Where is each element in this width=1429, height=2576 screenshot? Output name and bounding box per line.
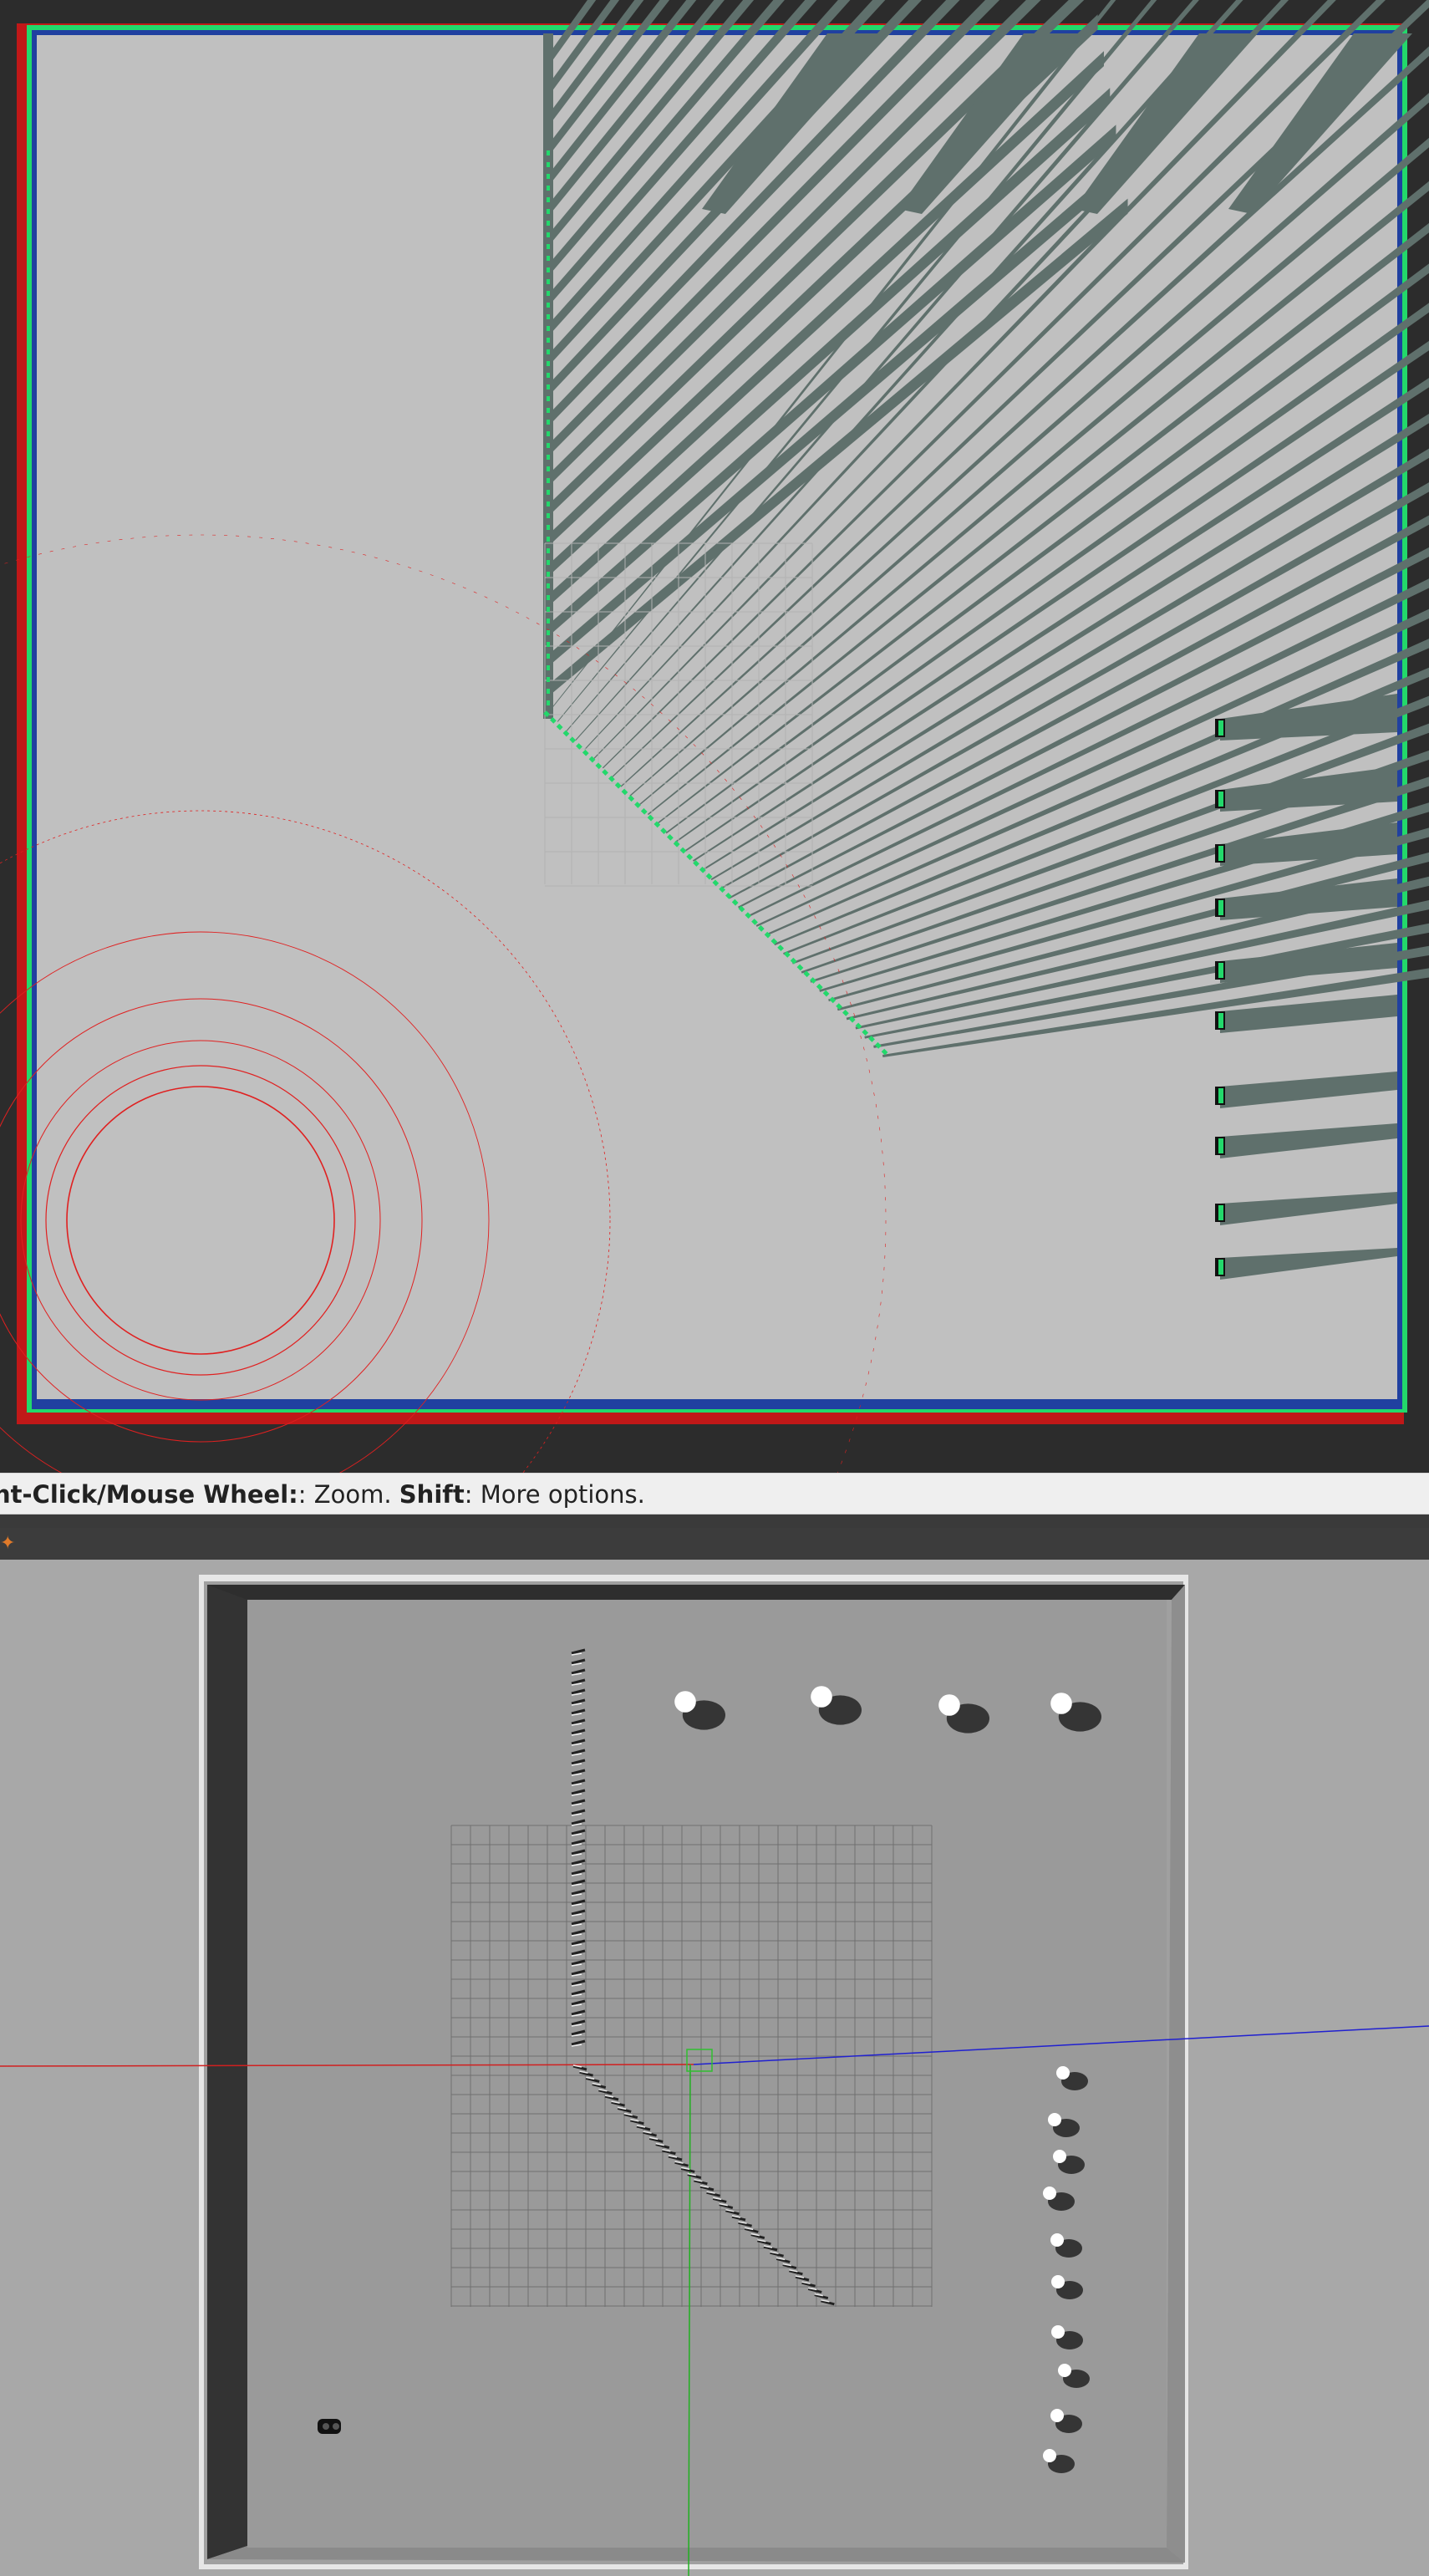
cylinder (1051, 2325, 1065, 2339)
pillar-mark-edge (1218, 1138, 1223, 1153)
occupancy-map[interactable] (0, 0, 1429, 1473)
pillar-mark-edge (1218, 1260, 1223, 1275)
arena-wall-top-face (207, 1585, 1185, 1600)
gazebo-scene[interactable] (0, 1560, 1429, 2576)
pillar-mark-edge (1218, 846, 1223, 861)
status-hint-mouse: ht-Click/Mouse Wheel: (0, 1480, 298, 1509)
pillar-mark-edge (1218, 1088, 1223, 1103)
pillar-mark-edge (1218, 900, 1223, 915)
cylinder (811, 1686, 832, 1708)
cylinder (938, 1694, 960, 1716)
status-bar: ht-Click/Mouse Wheel:: Zoom. Shift: More… (0, 1473, 1429, 1515)
cylinder (1050, 2233, 1064, 2247)
rviz-map-view[interactable] (0, 0, 1429, 1473)
pillar-mark-edge (1218, 963, 1223, 978)
pillar-mark-edge (1218, 720, 1223, 736)
cylinder (674, 1691, 696, 1713)
status-hint-options: : More options. (464, 1480, 645, 1509)
pillar-mark-edge (1218, 1205, 1223, 1220)
cylinder (1050, 2409, 1064, 2422)
cylinder (1043, 2449, 1056, 2462)
gazebo-3d-view[interactable] (0, 1560, 1429, 2576)
tool-icon[interactable]: ✦ (0, 1533, 18, 1555)
pillar-mark-edge (1218, 792, 1223, 807)
cylinder (1058, 2364, 1071, 2377)
panel-splitter[interactable] (0, 1515, 1429, 1528)
cylinder (1056, 2066, 1070, 2080)
gazebo-toolbar: ✦ (0, 1528, 1429, 1560)
cylinder (1043, 2187, 1056, 2200)
robot-model[interactable] (318, 2419, 341, 2434)
cylinder (1048, 2113, 1061, 2126)
cylinder (1053, 2150, 1066, 2163)
cylinder (1051, 2275, 1065, 2288)
pillar-mark-edge (1218, 1013, 1223, 1028)
status-hint-zoom: : Zoom. (297, 1480, 399, 1509)
arena-wall-left-face (207, 1585, 251, 2559)
arena-floor (247, 1600, 1167, 2548)
cylinder (1050, 1693, 1072, 1714)
status-hint-shift: Shift (399, 1480, 465, 1509)
